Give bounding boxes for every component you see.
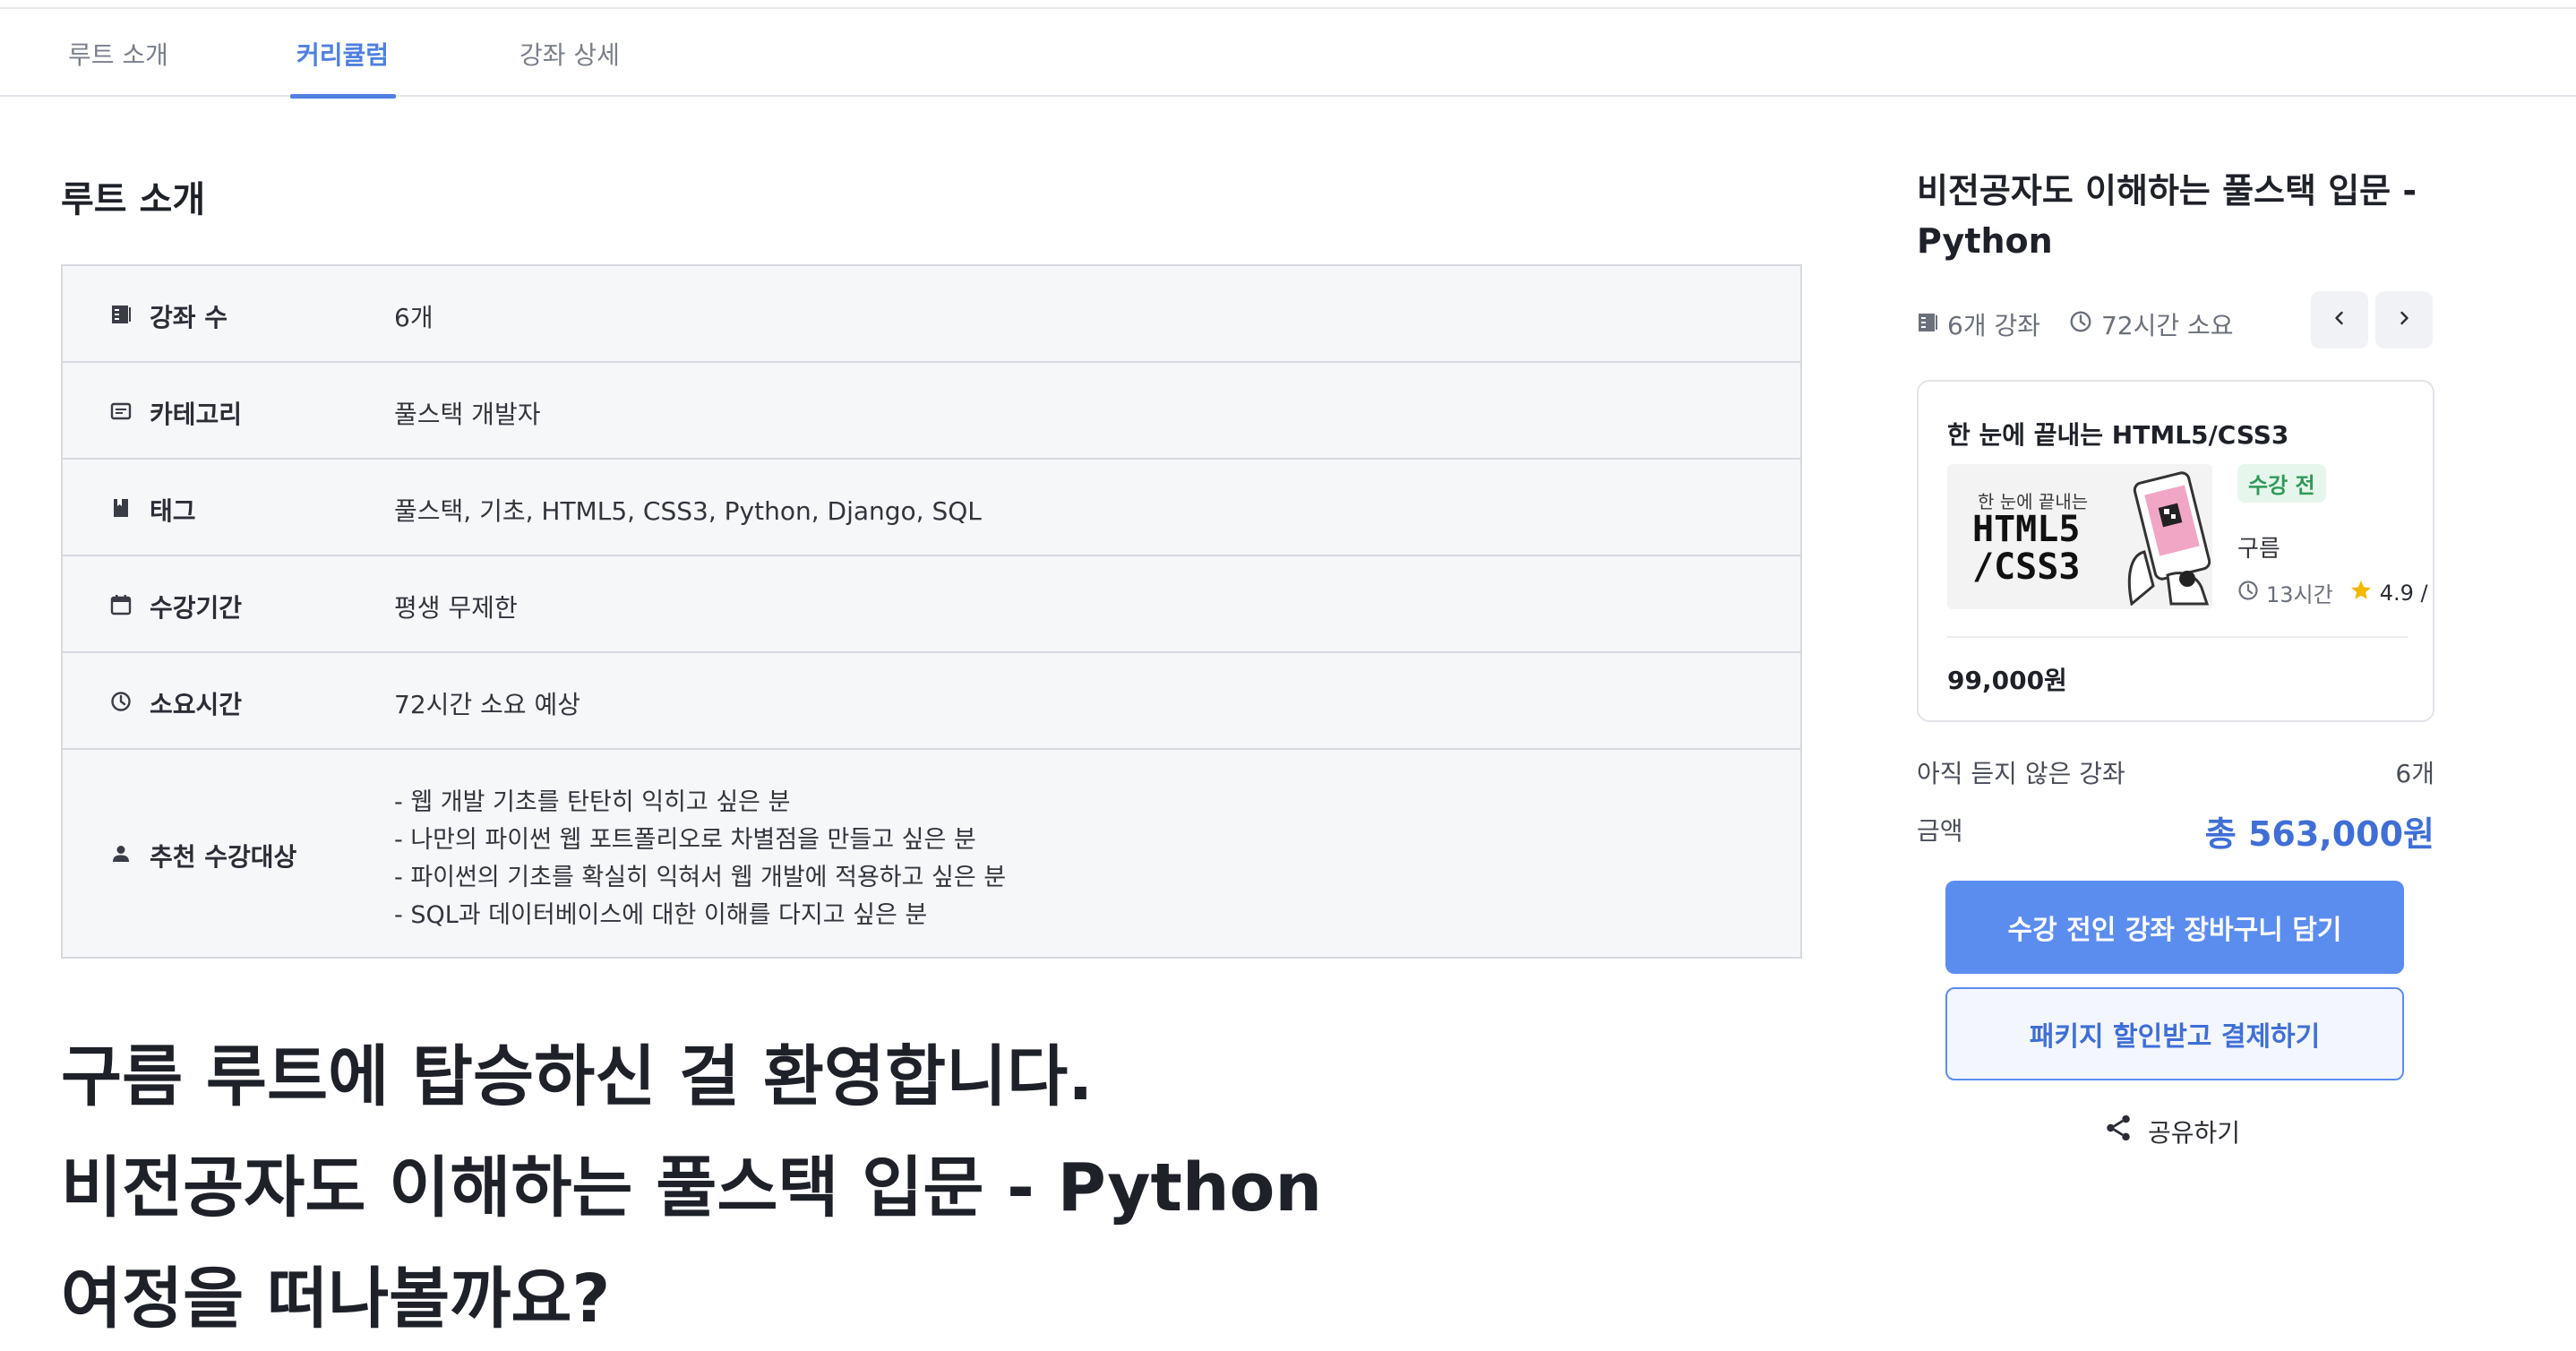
target-audience-list: - 웹 개발 기초를 탄탄히 익히고 싶은 분 - 나만의 파이썬 웹 포트폴리… <box>394 784 1006 934</box>
row-label: 강좌 수 <box>150 303 228 332</box>
person-icon <box>109 842 133 865</box>
amount-label: 금액 <box>1917 816 1963 846</box>
row-label: 소요시간 <box>150 690 243 719</box>
card-divider <box>1947 636 2408 638</box>
phone-illustration-icon <box>2114 469 2211 609</box>
course-card[interactable]: 한 눈에 끝내는 HTML5/CSS3 한 눈에 끝내는 HTML5 /CSS3… <box>1917 380 2434 722</box>
top-border <box>0 0 2576 9</box>
table-row-tags: 태그 풀스택, 기초, HTML5, CSS3, Python, Django,… <box>63 460 1800 556</box>
clock-icon <box>2237 580 2259 607</box>
route-title: 비전공자도 이해하는 풀스택 입문 - Python <box>1917 166 2454 266</box>
course-count-text: 6개 강좌 <box>1947 311 2040 340</box>
row-value: 풀스택 개발자 <box>394 400 541 429</box>
category-icon <box>109 400 133 423</box>
star-icon <box>2349 579 2373 607</box>
row-value: 평생 무제한 <box>394 593 518 623</box>
course-thumbnail: 한 눈에 끝내는 HTML5 /CSS3 <box>1947 464 2212 609</box>
course-title: 한 눈에 끝내는 HTML5/CSS3 <box>1947 420 2289 450</box>
add-to-cart-button[interactable]: 수강 전인 강좌 장바구니 담기 <box>1945 881 2404 974</box>
duration-text: 72시간 소요 <box>2101 311 2234 340</box>
list-icon <box>1917 310 1938 340</box>
route-title-line: Python <box>1917 221 2053 261</box>
row-value: 72시간 소요 예상 <box>394 690 580 719</box>
list-item: - 파이썬의 기초를 확실히 익혀서 웹 개발에 적용하고 싶은 분 <box>394 864 1007 891</box>
table-row-category: 카테고리 풀스택 개발자 <box>63 363 1800 460</box>
list-icon <box>109 303 133 326</box>
active-tab-indicator <box>290 94 396 99</box>
clock-icon <box>2069 310 2092 340</box>
list-item: - 웹 개발 기초를 탄탄히 익히고 싶은 분 <box>394 788 791 816</box>
section-title: 루트 소개 <box>61 179 206 220</box>
duration-meta: 72시간 소요 <box>2069 306 2234 342</box>
calendar-icon <box>109 593 133 616</box>
clock-icon <box>109 690 133 713</box>
share-icon <box>2103 1113 2134 1149</box>
route-info-table: 강좌 수 6개 카테고리 풀스택 개발자 태그 풀스택, 기초, HTML5, … <box>61 264 1802 959</box>
unwatched-label: 아직 듣지 않은 강좌 <box>1917 759 2125 788</box>
row-value: 풀스택, 기초, HTML5, CSS3, Python, Django, SQ… <box>394 496 982 526</box>
thumbnail-title-line: /CSS3 <box>1972 546 2081 588</box>
row-value: 6개 <box>394 303 434 332</box>
provider-name: 구름 <box>2237 536 2280 563</box>
course-count-meta: 6개 강좌 <box>1917 306 2040 342</box>
thumbnail-title: HTML5 /CSS3 <box>1972 511 2080 586</box>
tab-curriculum[interactable]: 커리큘럼 <box>296 36 389 72</box>
welcome-heading: 구름 루트에 탑승하신 걸 환영합니다. 비전공자도 이해하는 풀스택 입문 -… <box>61 1021 1322 1351</box>
prev-course-button[interactable] <box>2311 291 2368 349</box>
unwatched-count: 6개 <box>2395 759 2434 788</box>
row-label: 태그 <box>150 496 196 526</box>
course-meta: 13시간 4.9 / <box>2237 577 2428 608</box>
table-row-course-count: 강좌 수 6개 <box>63 266 1800 363</box>
route-title-line: 비전공자도 이해하는 풀스택 입문 - <box>1917 171 2417 211</box>
share-button[interactable]: 공유하기 <box>2103 1113 2240 1149</box>
course-price: 99,000원 <box>1947 666 2067 695</box>
bookmark-icon <box>109 496 133 520</box>
row-label: 카테고리 <box>150 400 243 429</box>
tab-route-intro[interactable]: 루트 소개 <box>68 36 168 72</box>
row-label: 수강기간 <box>150 593 243 623</box>
tab-bar: 루트 소개 커리큘럼 강좌 상세 <box>0 9 2576 99</box>
next-course-button[interactable] <box>2375 291 2433 349</box>
row-label: 추천 수강대상 <box>150 842 297 872</box>
welcome-line: 비전공자도 이해하는 풀스택 입문 - Python <box>61 1149 1323 1226</box>
tab-course-detail[interactable]: 강좌 상세 <box>519 36 620 72</box>
chevron-right-icon <box>2395 309 2413 331</box>
list-item: - SQL과 데이터베이스에 대한 이해를 다지고 싶은 분 <box>394 901 928 929</box>
table-row-duration: 소요시간 72시간 소요 예상 <box>63 653 1800 750</box>
list-item: - 나만의 파이썬 웹 포트폴리오로 차별점을 만들고 싶은 분 <box>394 826 976 854</box>
status-badge: 수강 전 <box>2237 464 2326 503</box>
welcome-line: 구름 루트에 탑승하신 걸 환영합니다. <box>61 1038 1094 1115</box>
total-price: 총 563,000원 <box>2204 814 2434 854</box>
course-rating: 4.9 / <box>2379 580 2428 606</box>
table-row-period: 수강기간 평생 무제한 <box>63 556 1800 653</box>
course-hours: 13시간 <box>2266 582 2333 607</box>
share-label: 공유하기 <box>2148 1117 2241 1148</box>
welcome-line: 여정을 떠나볼까요? <box>61 1261 611 1338</box>
chevron-left-icon <box>2331 309 2348 331</box>
table-row-target: 추천 수강대상 - 웹 개발 기초를 탄탄히 익히고 싶은 분 - 나만의 파이… <box>63 750 1800 957</box>
package-checkout-button[interactable]: 패키지 할인받고 결제하기 <box>1945 987 2404 1080</box>
thumbnail-title-line: HTML5 <box>1972 509 2081 550</box>
